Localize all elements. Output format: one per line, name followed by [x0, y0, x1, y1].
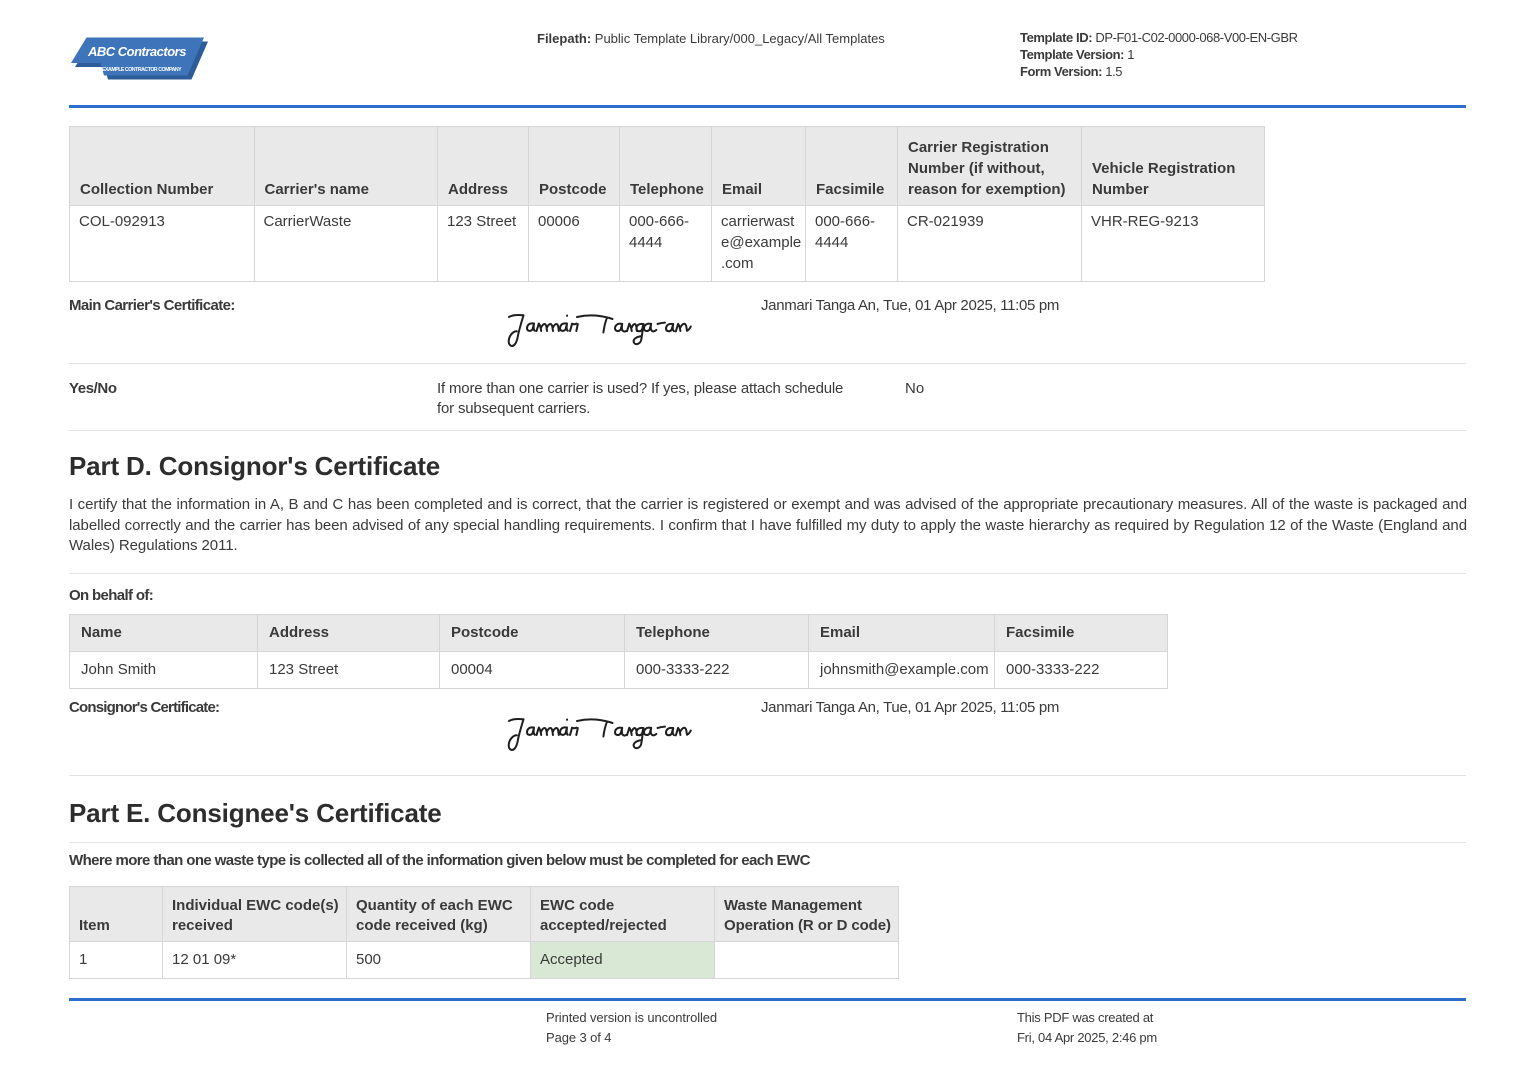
svg-text:ABC Contractors: ABC Contractors: [87, 44, 186, 59]
svg-text:EXAMPLE CONTRACTOR COMPANY: EXAMPLE CONTRACTOR COMPANY: [102, 67, 182, 73]
